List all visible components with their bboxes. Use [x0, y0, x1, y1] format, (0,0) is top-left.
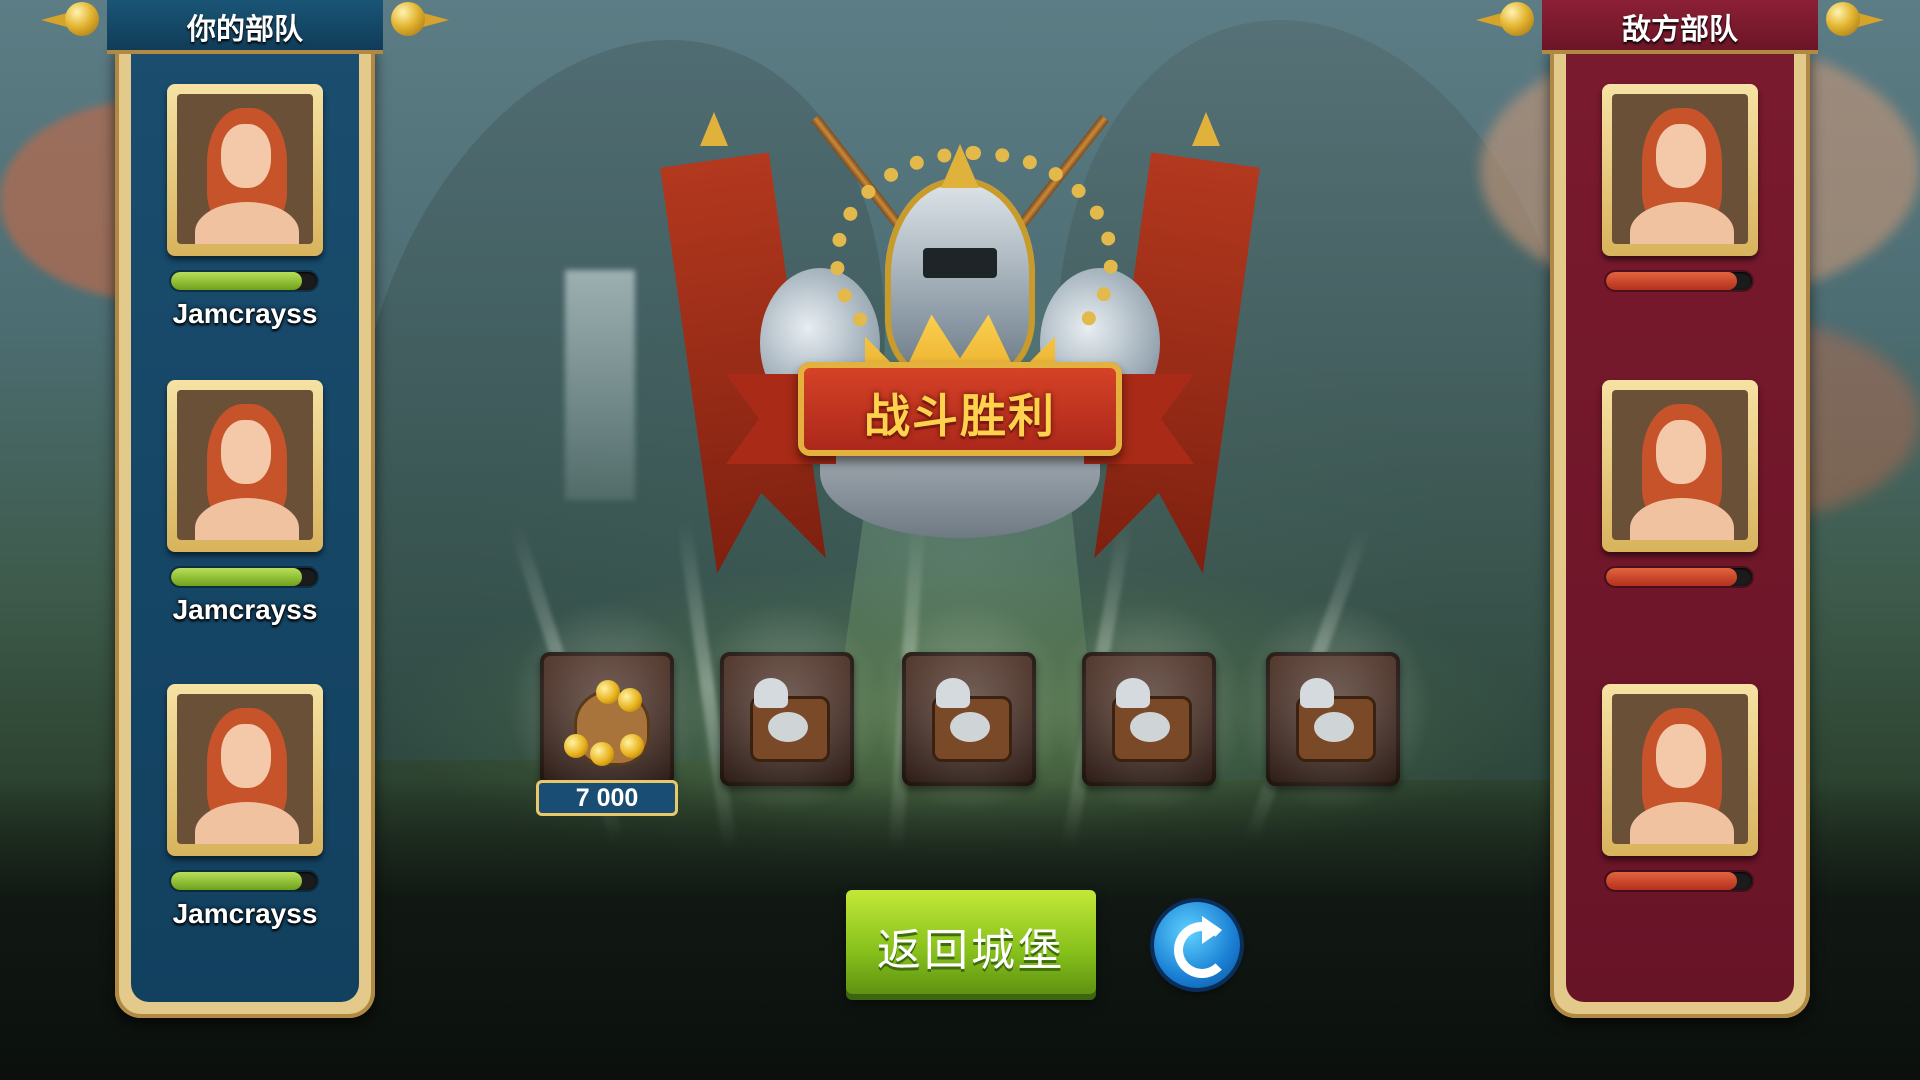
enemy-army-panel: 敌方部队: [1476, 0, 1884, 1018]
reward-slot-catapult[interactable]: [1042, 592, 1256, 822]
gold-knob-icon: [41, 2, 99, 36]
spear-tip-icon: [1192, 112, 1220, 146]
reward-slot-catapult[interactable]: [1226, 592, 1440, 822]
hero-portrait[interactable]: [167, 684, 323, 856]
health-bar: [1606, 872, 1752, 890]
victory-title: 战斗胜利: [864, 389, 1056, 443]
enemy-army-title: 敌方部队: [1621, 12, 1738, 46]
reward-slot-catapult[interactable]: [680, 592, 894, 822]
reward-slot-gold[interactable]: 7 000: [500, 592, 714, 822]
gold-coin-sack-icon: [560, 672, 656, 768]
health-bar: [171, 272, 317, 290]
panel-header: 你的部队: [107, 0, 383, 54]
hero-portrait[interactable]: [167, 380, 323, 552]
catapult-pack-icon: [924, 678, 1014, 762]
waterfall: [565, 270, 635, 500]
reward-count: 7 000: [536, 780, 678, 816]
victory-banner: 战斗胜利: [798, 362, 1122, 456]
panel-header: 敌方部队: [1542, 0, 1818, 54]
catapult-pack-icon: [1104, 678, 1194, 762]
reward-slot-catapult[interactable]: [862, 592, 1076, 822]
hero-portrait[interactable]: [167, 84, 323, 256]
health-bar: [171, 872, 317, 890]
unit-name: Jamcrayss: [172, 898, 318, 929]
health-bar: [171, 568, 317, 586]
your-army-panel: 你的部队 Jamcrayss Jamcrayss Jamcrayss: [41, 0, 449, 1018]
catapult-pack-icon: [1288, 678, 1378, 762]
return-to-castle-button[interactable]: 返回城堡: [846, 890, 1096, 994]
gold-knob-icon: [1476, 2, 1534, 36]
catapult-pack-icon: [742, 678, 832, 762]
unit-name: Jamcrayss: [172, 594, 318, 625]
unit-name: Jamcrayss: [172, 298, 318, 329]
your-army-title: 你的部队: [186, 12, 303, 46]
enemy-portrait[interactable]: [1602, 380, 1758, 552]
health-bar: [1606, 272, 1752, 290]
victory-emblem: 战斗胜利: [680, 112, 1240, 578]
return-to-castle-label: 返回城堡: [877, 925, 1065, 976]
enemy-portrait[interactable]: [1602, 84, 1758, 256]
gold-knob-icon: [1826, 2, 1884, 36]
replay-button[interactable]: [1154, 902, 1240, 988]
health-bar: [1606, 568, 1752, 586]
knight-helmet-icon: [885, 144, 1035, 378]
gold-knob-icon: [391, 2, 449, 36]
enemy-portrait[interactable]: [1602, 684, 1758, 856]
spear-tip-icon: [700, 112, 728, 146]
